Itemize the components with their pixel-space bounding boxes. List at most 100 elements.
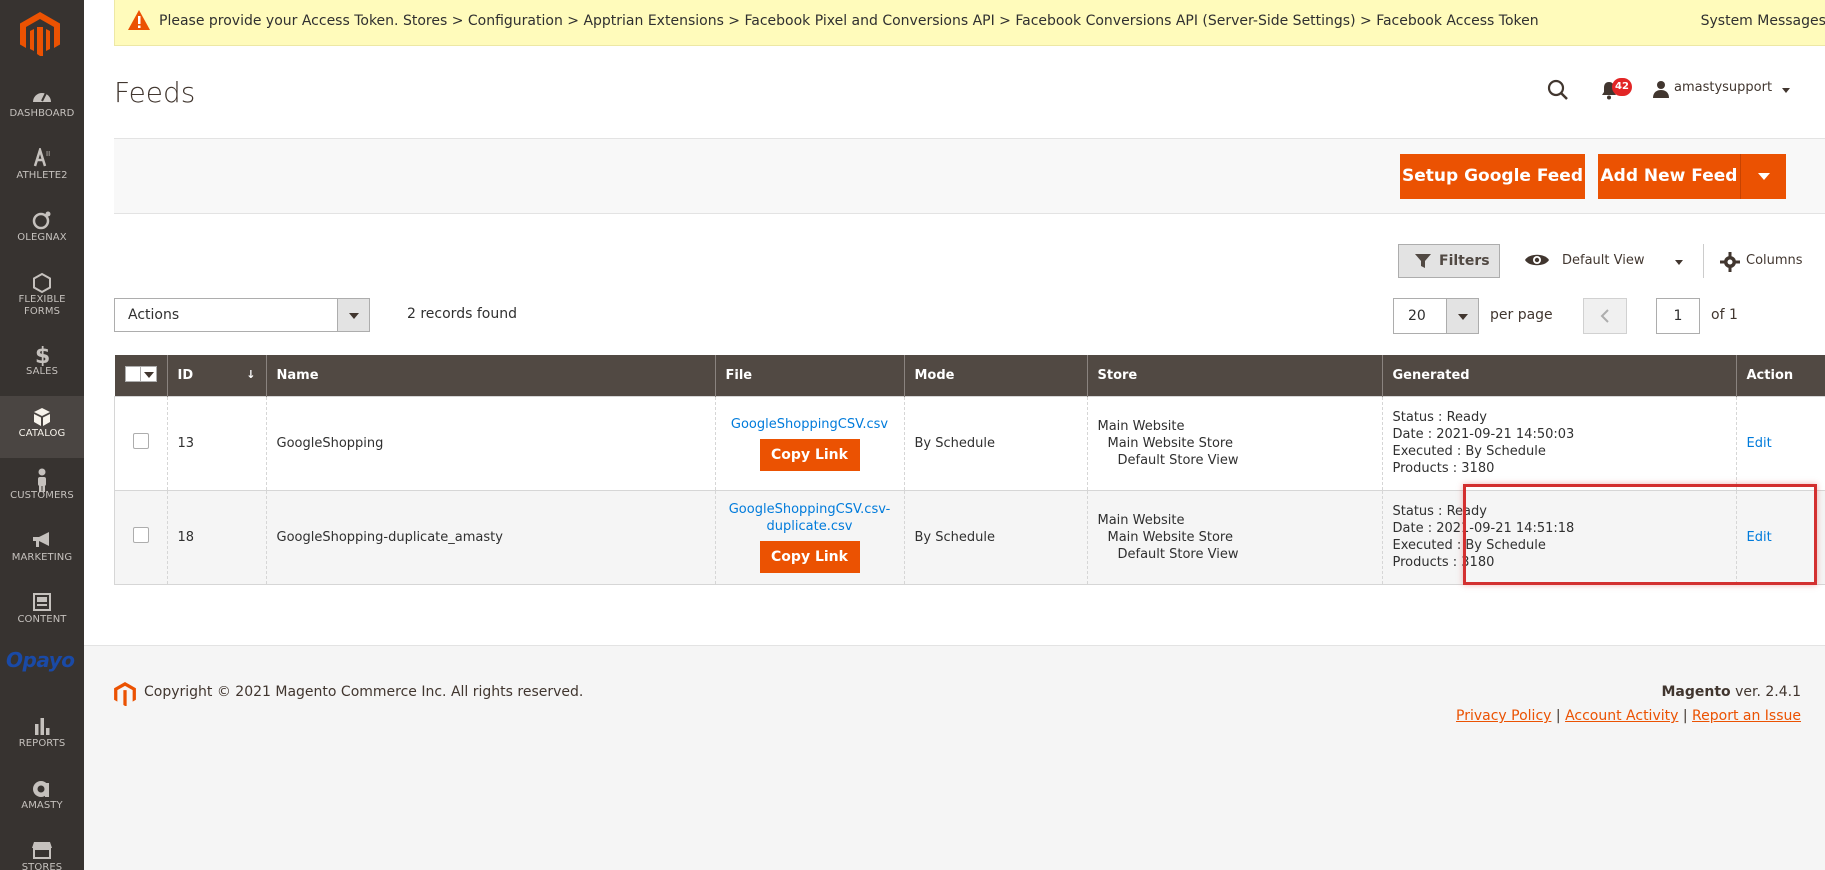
sidebar-item-reports[interactable]: REPORTS	[0, 706, 84, 768]
column-header-id[interactable]: ID ↓	[166, 355, 266, 396]
sidebar-item-dashboard[interactable]: DASHBOARD	[0, 76, 84, 138]
admin-sidebar: DASHBOARD II ATHLETE2 OLEGNAX FLEXIBLE F…	[0, 0, 84, 870]
magento-footer-logo	[114, 682, 136, 706]
column-header-file[interactable]: File	[714, 355, 904, 396]
page-number-input[interactable]: 1	[1656, 298, 1700, 334]
eye-icon[interactable]	[1524, 252, 1550, 268]
cell-store: Main Website Main Website Store Default …	[1086, 396, 1382, 490]
mass-select-header[interactable]	[114, 355, 167, 396]
svg-text:$: $	[35, 344, 50, 366]
cell-generated: Status : Ready Date : 2021-09-21 14:50:0…	[1381, 396, 1736, 490]
row-checkbox[interactable]	[132, 527, 149, 543]
person-icon	[0, 458, 84, 492]
feeds-grid: ID ↓ Name File Mode Store Generated Actio…	[114, 355, 1825, 585]
generated-status: Status : Ready	[1392, 410, 1487, 425]
system-message-bar: Please provide your Access Token. Stores…	[114, 0, 1825, 46]
account-activity-link[interactable]: Account Activity	[1565, 708, 1678, 724]
sort-descending-icon: ↓	[246, 367, 256, 381]
default-view-dropdown[interactable]: Default View	[1562, 253, 1644, 268]
page-title: Feeds	[114, 76, 196, 109]
gear-icon[interactable]	[1720, 252, 1740, 272]
generated-status: Status : Ready	[1392, 504, 1487, 519]
copy-link-button[interactable]: Copy Link	[759, 438, 860, 471]
column-header-generated[interactable]: Generated	[1381, 355, 1736, 396]
mass-actions-toggle[interactable]	[337, 299, 369, 331]
warning-icon	[128, 10, 150, 30]
athlete-icon: II	[0, 138, 84, 167]
column-header-store[interactable]: Store	[1086, 355, 1382, 396]
sidebar-item-stores[interactable]: STORES	[0, 830, 84, 870]
chevron-down-icon	[1458, 314, 1468, 320]
sidebar-item-flexible-forms[interactable]: FLEXIBLE FORMS	[0, 262, 84, 334]
generated-products: Products : 3180	[1392, 555, 1495, 570]
cell-action: Edit	[1735, 396, 1825, 490]
page-footer: Copyright © 2021 Magento Commerce Inc. A…	[84, 645, 1825, 870]
columns-dropdown[interactable]: Columns	[1746, 253, 1803, 268]
toolbar-divider	[1703, 244, 1704, 278]
user-menu[interactable]: amastysupport	[1674, 80, 1772, 95]
generated-date: Date : 2021-09-21 14:50:03	[1392, 427, 1575, 442]
column-header-mode[interactable]: Mode	[903, 355, 1087, 396]
store-view: Default Store View	[1117, 452, 1239, 468]
chevron-down-icon	[143, 372, 154, 379]
sidebar-item-catalog[interactable]: CATALOG	[0, 396, 84, 458]
cell-action: Edit	[1735, 490, 1825, 584]
per-page-toggle[interactable]	[1446, 299, 1478, 333]
search-icon[interactable]	[1546, 78, 1570, 102]
report-issue-link[interactable]: Report an Issue	[1692, 708, 1801, 724]
setup-google-feed-button[interactable]: Setup Google Feed	[1400, 154, 1585, 199]
sidebar-item-athlete2[interactable]: II ATHLETE2	[0, 138, 84, 200]
row-checkbox[interactable]	[132, 433, 149, 449]
version-text: Magento ver. 2.4.1	[1661, 684, 1801, 700]
main-content: Please provide your Access Token. Stores…	[84, 0, 1825, 870]
system-message-text: Please provide your Access Token. Stores…	[159, 13, 1539, 29]
notifications-badge[interactable]: 42	[1612, 78, 1632, 96]
file-link[interactable]: GoogleShoppingCSV.csv-duplicate.csv	[726, 501, 894, 535]
user-icon[interactable]	[1652, 80, 1670, 98]
store-store: Main Website Store	[1107, 529, 1233, 545]
sidebar-item-amasty[interactable]: AMASTY	[0, 768, 84, 830]
generated-executed: Executed : By Schedule	[1392, 538, 1546, 553]
edit-link[interactable]: Edit	[1747, 436, 1772, 451]
sidebar-item-sales[interactable]: $ SALES	[0, 334, 84, 396]
footer-links: Privacy Policy | Account Activity | Repo…	[1456, 708, 1801, 724]
system-messages-count[interactable]: System Messages: 2	[1701, 0, 1825, 42]
sidebar-item-content[interactable]: CONTENT	[0, 582, 84, 644]
opayo-logo[interactable]: Opayo	[6, 648, 78, 678]
sidebar-item-customers[interactable]: CUSTOMERS	[0, 458, 84, 520]
sidebar-item-olegnax[interactable]: OLEGNAX	[0, 200, 84, 262]
copy-link-button[interactable]: Copy Link	[759, 541, 860, 573]
add-new-feed-dropdown-toggle[interactable]	[1740, 154, 1786, 199]
column-header-name[interactable]: Name	[265, 355, 715, 396]
generated-date: Date : 2021-09-21 14:51:18	[1392, 521, 1575, 536]
svg-text:II: II	[46, 150, 50, 158]
generated-executed: Executed : By Schedule	[1392, 444, 1546, 459]
hexagon-icon	[0, 262, 84, 294]
cube-icon	[0, 396, 84, 426]
store-store: Main Website Store	[1107, 435, 1233, 451]
cell-file: GoogleShoppingCSV.csv-duplicate.csv Copy…	[714, 490, 904, 584]
magento-logo[interactable]	[20, 12, 60, 56]
privacy-policy-link[interactable]: Privacy Policy	[1456, 708, 1551, 724]
cell-mode: By Schedule	[903, 396, 1087, 490]
column-header-action: Action	[1735, 355, 1825, 396]
per-page-label: per page	[1490, 307, 1553, 323]
dollar-icon: $	[0, 334, 84, 366]
store-website: Main Website	[1097, 512, 1185, 528]
store-view: Default Store View	[1117, 546, 1239, 562]
chevron-down-icon[interactable]	[1782, 88, 1790, 93]
filter-icon	[1415, 254, 1431, 268]
mass-actions-select[interactable]: Actions	[114, 298, 370, 332]
generated-products: Products : 3180	[1392, 461, 1495, 476]
dashboard-icon	[0, 76, 84, 104]
chevron-down-icon[interactable]	[1675, 260, 1683, 265]
previous-page-button[interactable]	[1583, 298, 1627, 334]
bar-chart-icon	[0, 706, 84, 735]
chevron-left-icon	[1600, 309, 1609, 323]
mass-select-checkbox[interactable]	[124, 366, 157, 383]
edit-link[interactable]: Edit	[1747, 530, 1772, 545]
per-page-select[interactable]: 20	[1393, 298, 1479, 334]
filters-button[interactable]: Filters	[1398, 244, 1500, 278]
file-link[interactable]: GoogleShoppingCSV.csv	[726, 416, 894, 433]
sidebar-item-marketing[interactable]: MARKETING	[0, 520, 84, 582]
